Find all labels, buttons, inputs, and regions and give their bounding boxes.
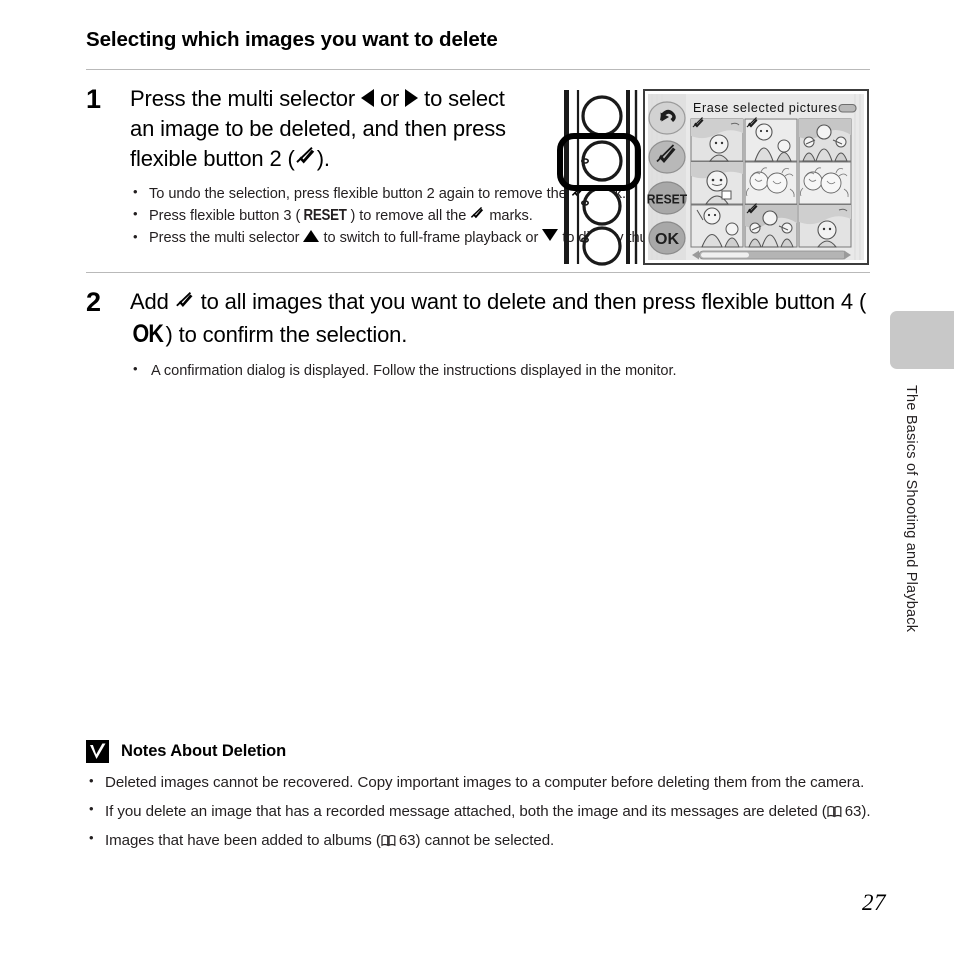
step-1-text-d: ). [316,146,330,172]
horizontal-scrollbar [692,250,851,260]
battery-icon [838,103,857,113]
ok-label-icon: OK [132,320,164,349]
step-2-bullet-1: A confirmation dialog is displayed. Foll… [130,360,870,382]
heading-divider [86,68,870,70]
check-mark-icon [470,207,485,222]
bullet-2-text-b: ) to remove all the [350,208,471,225]
thumbnail-3 [798,118,852,162]
note-item-1: Deleted images cannot be recovered. Copy… [86,772,876,794]
camera-monitor: RESET OK Erase selected pictures [643,89,869,265]
manual-page: Selecting which images you want to delet… [0,0,954,954]
step-1-title: Press the multi selector or to select an… [130,84,510,175]
bullet-2-text-a: Press flexible button 3 ( [149,208,301,225]
reset-label-icon: RESET [303,207,347,225]
book-reference-icon [381,832,396,846]
thumbnail-5 [744,161,798,205]
right-arrow-icon [405,88,419,107]
book-reference-icon [827,803,842,818]
step-2: 2 Add to all images that you want to del… [86,287,870,383]
note-3-text-b: ) cannot be selected. [415,831,555,849]
step-1-number: 1 [86,83,101,114]
left-arrow-icon [361,88,374,107]
step-2-title: Add to all images that you want to delet… [130,287,870,352]
thumbnail-7 [690,204,744,248]
warning-check-icon [86,740,109,763]
note-item-3: Images that have been added to albums ( 6… [86,829,876,852]
step-1-text-a: Press the multi selector [130,85,361,111]
step-2-text-a: Add [130,289,175,315]
svg-text:OK: OK [655,231,679,248]
camera-body-strip [557,90,641,266]
step-2-text-c: ) to confirm the selection. [165,322,408,348]
bullet-1-text-a: To undo the selection, press flexible bu… [149,185,571,202]
thumbnail-4 [690,161,744,205]
check-mark-icon [295,147,317,169]
thumbnail-6 [798,161,852,205]
thumbnail-grid [690,117,852,248]
note-item-2: If you delete an image that has a record… [86,800,876,823]
thumbnail-8 [744,203,798,248]
thumbnail-1 [690,117,744,162]
chapter-tab-marker [890,311,954,369]
notes-header: Notes About Deletion [86,740,876,763]
camera-illustration: RESET OK Erase selected pictures [556,88,870,268]
bullet-2-text-c: marks. [485,208,533,225]
step-2-text-b: to all images that you want to delete an… [194,289,867,315]
check-mark-icon [175,290,195,310]
note-3-page: 63 [398,831,416,849]
step-2-number: 2 [86,287,101,318]
svg-text:RESET: RESET [647,192,688,206]
note-2-text-b: ). [861,802,871,820]
note-2-page: 63 [844,802,862,820]
monitor-title: Erase selected pictures [693,101,838,115]
page-number: 27 [862,890,886,915]
page-title: Selecting which images you want to delet… [86,28,498,51]
step-1-text-b: or [374,85,406,111]
up-arrow-icon [303,230,320,243]
notes-section: Notes About Deletion Deleted images cann… [86,740,876,859]
notes-list: Deleted images cannot be recovered. Copy… [86,772,876,852]
notes-title: Notes About Deletion [121,742,287,760]
note-1-text: Deleted images cannot be recovered. Copy… [105,774,865,791]
thumbnail-9 [798,204,852,248]
note-3-text-a: Images that have been added to albums ( [105,831,381,849]
bullet-3-text-b: to switch to full-frame playback or [319,230,543,247]
chapter-tab-label: The Basics of Shooting and Playback [903,385,919,633]
thumbnail-2 [744,117,798,162]
bullet-3-text-a: Press the multi selector [149,230,304,247]
note-2-text-a: If you delete an image that has a record… [105,802,827,820]
step-divider [86,272,870,274]
step-2-bullets: A confirmation dialog is displayed. Foll… [130,360,870,382]
